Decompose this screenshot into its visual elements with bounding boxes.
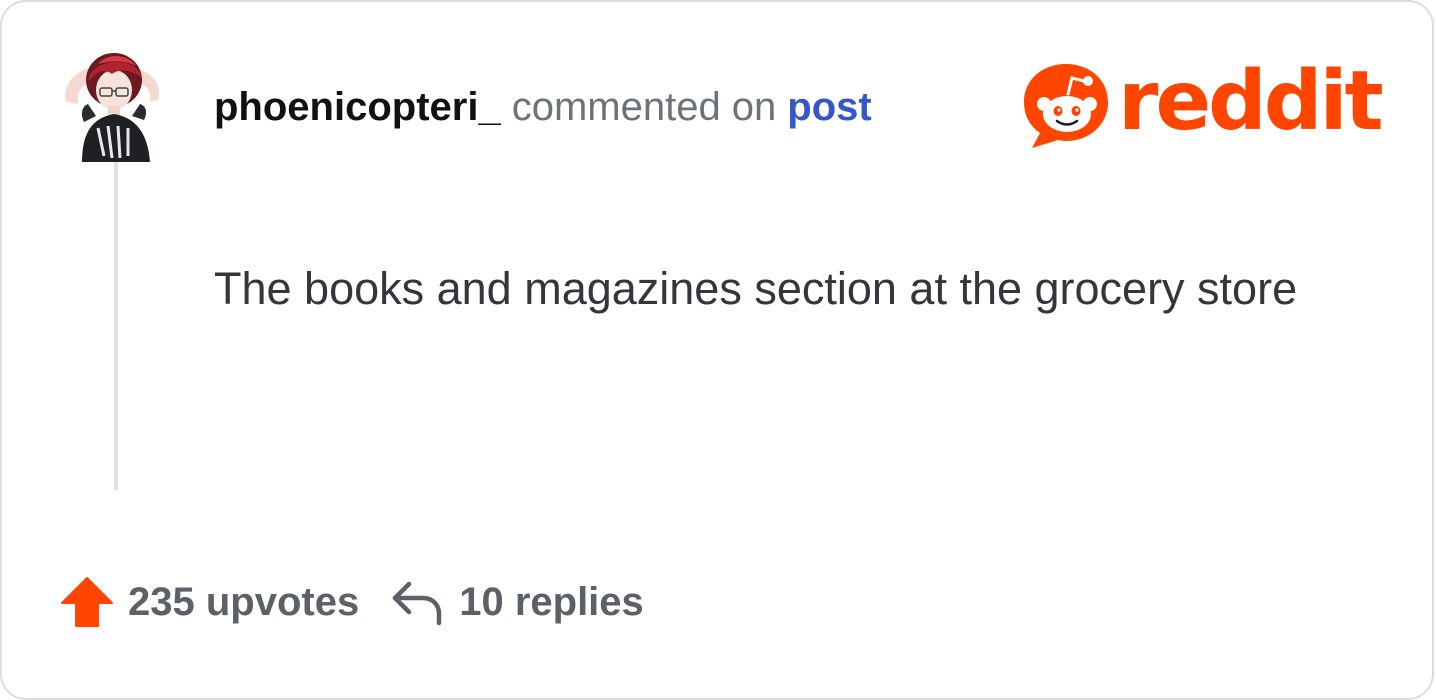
comment-footer: 235 upvotes 10 replies	[60, 574, 644, 630]
upvote-count: 235 upvotes	[128, 579, 360, 624]
reddit-logo[interactable]: reddit	[1018, 56, 1384, 152]
comment-card: phoenicopteri_ commented on post reddit	[0, 0, 1434, 700]
post-link[interactable]: post	[787, 85, 871, 130]
action-text: commented on	[511, 84, 777, 129]
reply-arrow-icon[interactable]	[389, 578, 443, 626]
comment-body: The books and magazines section at the g…	[214, 263, 1298, 314]
username-link[interactable]: phoenicopteri_	[214, 85, 501, 130]
comment-header: phoenicopteri_ commented on post	[214, 82, 872, 132]
upvote-arrow-icon[interactable]	[60, 575, 114, 629]
reddit-snoo-icon	[1024, 64, 1108, 148]
reply-count[interactable]: 10 replies	[459, 580, 644, 625]
thread-line	[114, 162, 118, 490]
reddit-wordmark: reddit	[1118, 54, 1384, 149]
user-avatar[interactable]	[58, 44, 170, 164]
